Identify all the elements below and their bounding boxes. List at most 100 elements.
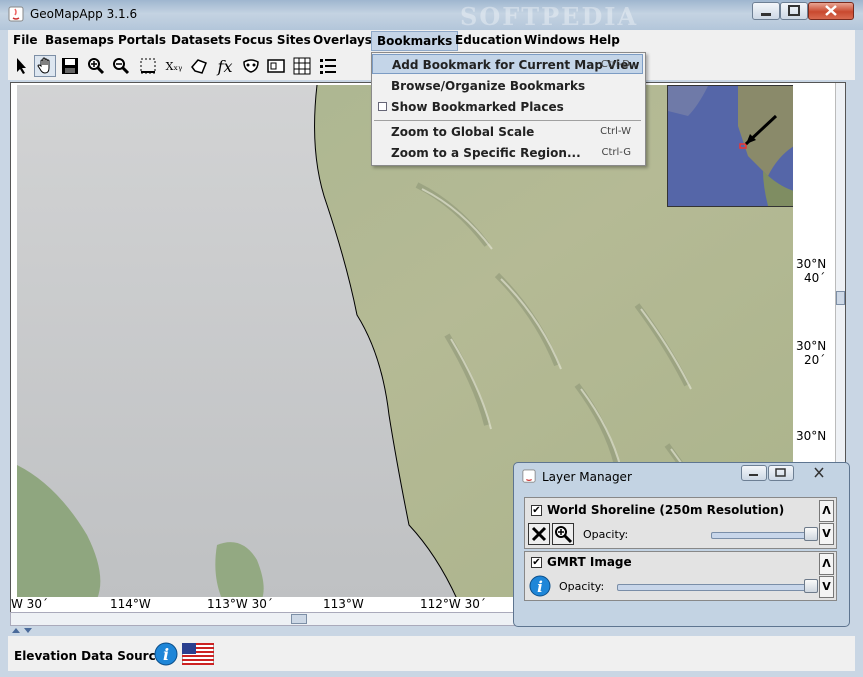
menu-windows[interactable]: Windows — [524, 33, 585, 47]
zoom-in-icon — [555, 526, 573, 544]
move-layer-down-button[interactable]: V — [819, 576, 834, 598]
layer-manager-window: Layer Manager ✔ World Shoreline (250m Re… — [513, 462, 850, 627]
zoom-in-icon — [88, 58, 105, 75]
menu-item-label: Browse/Organize Bookmarks — [391, 79, 586, 93]
remove-layer-button[interactable] — [528, 523, 550, 545]
polygon-tool-button[interactable] — [188, 55, 210, 77]
xyz-tool-button[interactable]: Xₓᵧ — [163, 55, 185, 77]
menu-help[interactable]: Help — [589, 33, 620, 47]
mask-tool-button[interactable] — [240, 55, 262, 77]
lat-label-1-deg: 30°N — [796, 257, 827, 271]
layer-name: GMRT Image — [547, 555, 632, 569]
layer-manager-title: Layer Manager — [542, 470, 632, 484]
move-layer-up-button[interactable]: Λ — [819, 553, 834, 575]
scroll-arrows-icon[interactable] — [10, 627, 34, 635]
layer-visible-checkbox[interactable]: ✔ — [531, 557, 542, 568]
list-icon — [320, 59, 336, 74]
menu-item-shortcut: Ctrl-W — [600, 126, 631, 137]
layer-manager-maximize-button[interactable] — [768, 465, 794, 481]
us-flag-icon — [181, 642, 215, 666]
show-bookmarks-checkbox[interactable] — [378, 102, 387, 111]
layer-manager-minimize-button[interactable] — [741, 465, 767, 481]
status-bar: Elevation Data Sources i — [8, 636, 855, 671]
opacity-slider-thumb[interactable] — [804, 527, 818, 541]
minimize-button[interactable] — [752, 2, 780, 20]
overview-map[interactable] — [667, 85, 793, 207]
menu-item-add-bookmark[interactable]: Add Bookmark for Current Map View Ctrl-D — [372, 54, 643, 74]
menu-bookmarks[interactable]: Bookmarks — [371, 31, 459, 51]
layer-info-button[interactable]: i — [529, 575, 551, 597]
zoom-in-button[interactable] — [85, 55, 107, 77]
opacity-slider[interactable] — [711, 532, 817, 539]
menu-item-zoom-region[interactable]: Zoom to a Specific Region... Ctrl-G — [372, 143, 643, 163]
list-tool-button[interactable] — [317, 55, 339, 77]
lat-label-2-deg: 30°N — [796, 339, 827, 353]
mask-icon — [243, 59, 259, 73]
fx-tool-button[interactable]: fx — [214, 55, 236, 77]
menu-item-browse-bookmarks[interactable]: Browse/Organize Bookmarks — [372, 76, 643, 96]
layer-name: World Shoreline (250m Resolution) — [547, 503, 785, 517]
menu-item-show-bookmarked-places[interactable]: Show Bookmarked Places — [372, 97, 643, 117]
layer-manager-close-button[interactable] — [795, 465, 841, 481]
frame-icon — [267, 59, 285, 73]
menu-bar: File Basemaps Portals Datasets Focus Sit… — [8, 30, 855, 52]
move-layer-up-button[interactable]: Λ — [819, 500, 834, 522]
elevation-info-button[interactable]: i — [154, 642, 178, 666]
pointer-tool-button[interactable] — [10, 55, 32, 77]
lat-label-2-min: 20´ — [804, 353, 826, 367]
lon-label-3: 113°W 30´ — [207, 597, 273, 611]
frame-tool-button[interactable] — [265, 55, 287, 77]
chevron-up-icon: Λ — [822, 557, 831, 570]
watermark: SOFTPEDIA — [460, 2, 639, 31]
minimize-icon — [749, 474, 758, 476]
menu-item-label: Show Bookmarked Places — [391, 100, 564, 114]
menu-file[interactable]: File — [13, 33, 38, 47]
layer-row: ✔ GMRT Image i Opacity: Λ V — [524, 551, 837, 601]
chevron-down-icon: V — [822, 580, 831, 593]
java-app-icon — [522, 469, 536, 483]
elevation-data-sources-label: Elevation Data Sources — [14, 649, 171, 663]
xyz-icon: Xₓᵧ — [165, 59, 183, 73]
zoom-out-button[interactable] — [110, 55, 132, 77]
menu-datasets[interactable]: Datasets — [171, 33, 231, 47]
title-bar[interactable]: GeoMapApp 3.1.6 SOFTPEDIA — [0, 0, 863, 31]
us-flag-button[interactable] — [181, 642, 215, 666]
lat-label-3-deg: 30°N — [796, 429, 827, 443]
menu-basemaps[interactable]: Basemaps — [45, 33, 114, 47]
maximize-icon — [775, 468, 786, 477]
menu-item-shortcut: Ctrl-G — [601, 147, 631, 158]
zoom-to-layer-button[interactable] — [552, 523, 574, 545]
maximize-icon — [788, 5, 800, 16]
menu-portals[interactable]: Portals — [118, 33, 166, 47]
move-layer-down-button[interactable]: V — [819, 523, 834, 545]
lon-label-1: W 30´ — [11, 597, 48, 611]
pointer-icon — [17, 58, 26, 74]
menu-focus-sites[interactable]: Focus Sites — [234, 33, 311, 47]
grid-tool-button[interactable] — [291, 55, 313, 77]
grid-icon — [293, 57, 311, 75]
info-icon: i — [154, 642, 178, 666]
close-icon — [814, 467, 824, 478]
menu-education[interactable]: Education — [455, 33, 522, 47]
maximize-button[interactable] — [780, 2, 808, 20]
menu-overlays[interactable]: Overlays — [313, 33, 372, 47]
opacity-label: Opacity: — [583, 528, 629, 541]
svg-text:i: i — [537, 578, 543, 596]
vertical-scroll-thumb[interactable] — [836, 291, 845, 305]
lon-label-4: 113°W — [323, 597, 364, 611]
close-icon — [825, 5, 837, 16]
menu-item-shortcut: Ctrl-D — [600, 59, 630, 70]
menu-item-label: Zoom to Global Scale — [391, 125, 535, 139]
save-tool-button[interactable] — [59, 55, 81, 77]
chevron-up-icon: Λ — [822, 504, 831, 517]
opacity-slider-thumb[interactable] — [804, 579, 818, 593]
menu-item-zoom-global[interactable]: Zoom to Global Scale Ctrl-W — [372, 122, 643, 142]
select-region-button[interactable] — [137, 55, 159, 77]
polygon-icon — [191, 59, 207, 74]
opacity-slider[interactable] — [617, 584, 817, 591]
horizontal-scroll-thumb[interactable] — [291, 614, 307, 624]
pan-tool-button[interactable] — [34, 55, 56, 77]
save-icon — [62, 58, 78, 74]
layer-visible-checkbox[interactable]: ✔ — [531, 505, 542, 516]
close-button[interactable] — [808, 2, 854, 20]
